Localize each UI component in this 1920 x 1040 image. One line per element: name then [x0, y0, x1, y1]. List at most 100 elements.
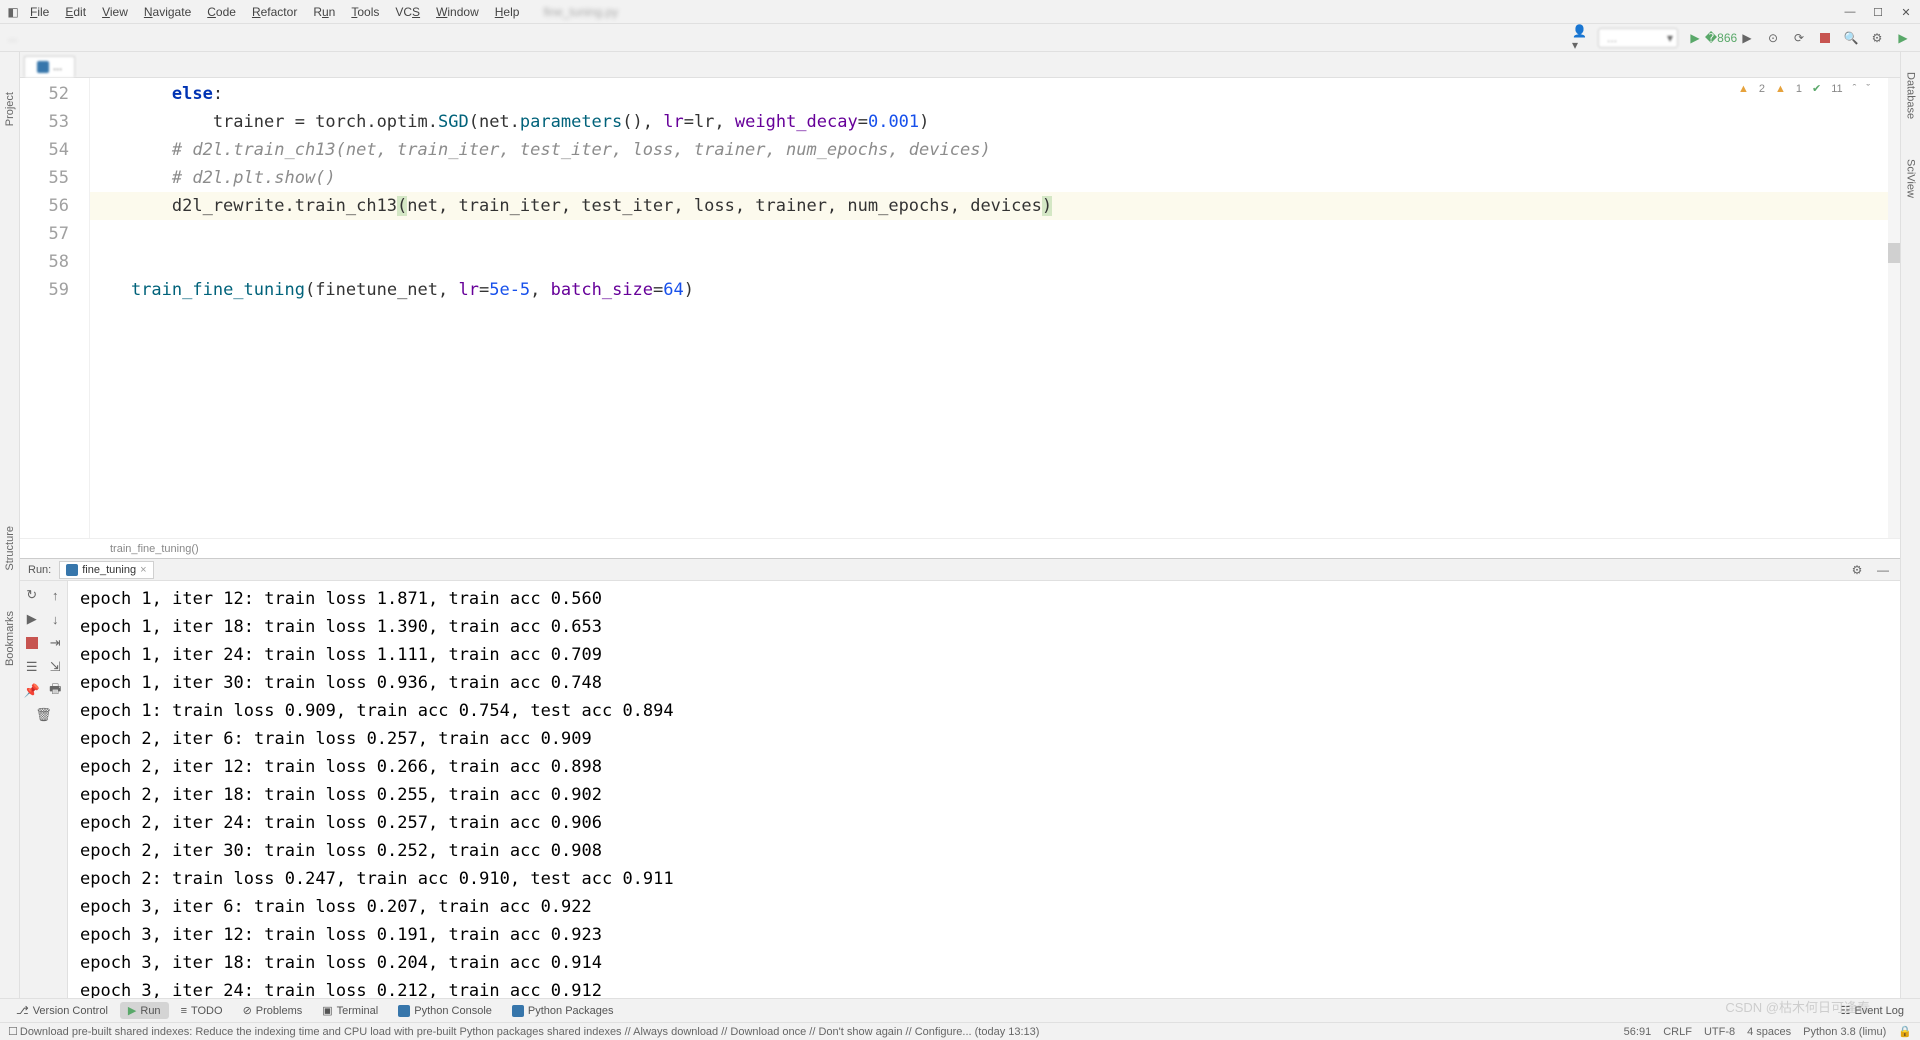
trash-icon[interactable]: 🗑 — [36, 707, 52, 723]
concurrency-icon[interactable]: ⟳ — [1790, 29, 1808, 47]
minimize-button[interactable]: — — [1844, 6, 1856, 18]
code-content[interactable]: else: trainer = torch.optim.SGD(net.para… — [90, 78, 1900, 538]
stop-icon[interactable] — [1816, 29, 1834, 47]
menu-edit[interactable]: Edit — [57, 3, 94, 21]
close-icon[interactable]: × — [140, 564, 146, 576]
editor-tab[interactable]: ... — [24, 56, 75, 77]
search-icon[interactable]: 🔍 — [1842, 29, 1860, 47]
tool-terminal[interactable]: ▣ Terminal — [314, 1002, 386, 1019]
weak-warning-count: 1 — [1796, 83, 1802, 95]
left-tool-sidebar: Project Structure Bookmarks — [0, 52, 20, 998]
editor-gutter: 5253545556575859 — [20, 78, 90, 538]
line-separator[interactable]: CRLF — [1663, 1026, 1692, 1038]
tool-todo[interactable]: ≡ TODO — [173, 1003, 231, 1019]
console-output[interactable]: epoch 1, iter 12: train loss 1.871, trai… — [68, 581, 1900, 998]
menu-code[interactable]: Code — [199, 3, 244, 21]
soft-wrap-icon[interactable]: ⇥ — [47, 635, 63, 651]
tool-python-packages[interactable]: Python Packages — [504, 1003, 622, 1019]
code-editor[interactable]: 5253545556575859 else: trainer = torch.o… — [20, 78, 1900, 538]
profile-icon[interactable]: ⊙ — [1764, 29, 1782, 47]
file-encoding[interactable]: UTF-8 — [1704, 1026, 1735, 1038]
sidebar-bookmarks[interactable]: Bookmarks — [4, 611, 16, 666]
status-bar: ☐ Download pre-built shared indexes: Red… — [0, 1022, 1920, 1040]
inspection-widget[interactable]: ▲ 2 ▲ 1 ✔ 11 ˆ ˇ — [1738, 82, 1870, 95]
up-icon[interactable]: ↑ — [47, 587, 63, 603]
check-count: 11 — [1831, 83, 1842, 95]
python-icon — [512, 1005, 524, 1017]
status-icon[interactable]: ☐ — [8, 1025, 18, 1038]
editor-breadcrumb[interactable]: train_fine_tuning() — [20, 538, 1900, 558]
debug-icon[interactable]: �866 — [1712, 29, 1730, 47]
close-button[interactable]: ✕ — [1900, 6, 1912, 18]
rerun-icon[interactable]: ↻ — [24, 587, 40, 603]
menu-view[interactable]: View — [94, 3, 136, 21]
tool-run[interactable]: ▶ Run — [120, 1002, 169, 1019]
app-icon: ◧ — [4, 3, 22, 21]
right-tool-sidebar: Database SciView — [1900, 52, 1920, 998]
menubar: ◧ File Edit View Navigate Code Refactor … — [0, 0, 1920, 24]
menu-refactor[interactable]: Refactor — [244, 3, 305, 21]
cursor-position[interactable]: 56:91 — [1624, 1026, 1652, 1038]
chevron-down-icon[interactable]: ˇ — [1866, 83, 1870, 95]
terminal-icon: ▣ — [322, 1004, 332, 1017]
python-file-icon — [66, 564, 78, 576]
breadcrumb-path[interactable]: ... — [8, 32, 17, 44]
settings-icon[interactable]: ⚙ — [1868, 29, 1886, 47]
label: Version Control — [33, 1005, 108, 1017]
warning-count: 2 — [1759, 83, 1765, 95]
menu-help[interactable]: Help — [487, 3, 528, 21]
check-icon: ✔ — [1812, 82, 1821, 95]
down-icon[interactable]: ↓ — [47, 611, 63, 627]
sidebar-sciview[interactable]: SciView — [1905, 159, 1917, 198]
label: TODO — [191, 1005, 223, 1017]
print-icon[interactable]: 🖶 — [47, 683, 63, 699]
menu-window[interactable]: Window — [428, 3, 487, 21]
editor-scrollbar[interactable] — [1888, 78, 1900, 538]
maximize-button[interactable]: ☐ — [1872, 6, 1884, 18]
tool-python-console[interactable]: Python Console — [390, 1003, 500, 1019]
tool-problems[interactable]: ⊘ Problems — [235, 1002, 311, 1019]
run-anything-icon[interactable]: ▶ — [1894, 29, 1912, 47]
coverage-icon[interactable]: ▶ — [1738, 29, 1756, 47]
gear-icon[interactable]: ⚙ — [1848, 561, 1866, 579]
hide-icon[interactable]: — — [1874, 561, 1892, 579]
editor-tab-label: ... — [53, 61, 62, 73]
stop-icon[interactable] — [24, 635, 40, 651]
run-config-selector[interactable]: ... — [1598, 28, 1678, 48]
run-icon[interactable]: ▶ — [24, 611, 40, 627]
label: Python Console — [414, 1005, 492, 1017]
python-file-icon — [37, 61, 49, 73]
status-message[interactable]: Download pre-built shared indexes: Reduc… — [20, 1026, 1040, 1038]
scroll-icon[interactable]: ⇲ — [47, 659, 63, 675]
event-log[interactable]: ☷ Event Log — [1833, 1002, 1912, 1019]
editor-scrollbar-thumb[interactable] — [1888, 243, 1900, 263]
indent[interactable]: 4 spaces — [1747, 1026, 1791, 1038]
menu-tools[interactable]: Tools — [343, 3, 387, 21]
navbar: ... 👤▾ ... ▶ �866 ▶ ⊙ ⟳ 🔍 ⚙ ▶ — [0, 24, 1920, 52]
run-icon[interactable]: ▶ — [1686, 29, 1704, 47]
tool-version-control[interactable]: ⎇ Version Control — [8, 1002, 116, 1019]
run-toolbar: ↻ ↑ ▶ ↓ ⇥ ☰ ⇲ � — [20, 581, 68, 998]
branch-icon: ⎇ — [16, 1004, 29, 1017]
window-title: fine_tuning.py — [543, 5, 618, 19]
menu-run[interactable]: Run — [305, 3, 343, 21]
warning-icon: ▲ — [1738, 83, 1749, 95]
pin-icon[interactable]: 📌 — [24, 683, 40, 699]
label: Run — [140, 1005, 160, 1017]
menu-file[interactable]: File — [22, 3, 57, 21]
run-label: Run: — [28, 564, 51, 576]
sidebar-database[interactable]: Database — [1905, 72, 1917, 119]
run-tab[interactable]: fine_tuning × — [59, 561, 153, 579]
menu-vcs[interactable]: VCS — [387, 3, 428, 21]
sidebar-structure[interactable]: Structure — [4, 526, 16, 571]
event-log-icon: ☷ — [1841, 1004, 1851, 1017]
layout-icon[interactable]: ☰ — [24, 659, 40, 675]
interpreter[interactable]: Python 3.8 (limu) — [1803, 1026, 1886, 1038]
lock-icon[interactable]: 🔒 — [1898, 1025, 1912, 1038]
menu-navigate[interactable]: Navigate — [136, 3, 199, 21]
weak-warning-icon: ▲ — [1775, 83, 1786, 95]
user-icon[interactable]: 👤▾ — [1572, 29, 1590, 47]
breadcrumb-item[interactable]: train_fine_tuning() — [110, 543, 199, 555]
sidebar-project[interactable]: Project — [4, 92, 16, 126]
chevron-up-icon[interactable]: ˆ — [1853, 83, 1857, 95]
